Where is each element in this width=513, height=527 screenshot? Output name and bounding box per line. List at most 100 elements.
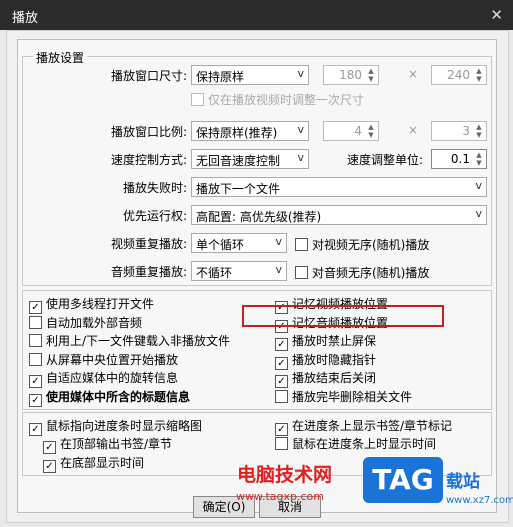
watermark-suffix: 载站 [446, 472, 480, 492]
checkbox-icon [29, 315, 42, 329]
checkbox-icon [275, 437, 288, 450]
video-random-checkbox[interactable]: 对视频无序(随机)播放 [295, 236, 429, 253]
times-sign: × [408, 67, 419, 81]
dialog-body: 播放设置 播放窗口尺寸: 保持原样 v 180 ▲ ▼ × 240 ▲ ▼ 仅在播放视频时… [6, 30, 509, 523]
video-repeat-select[interactable]: 单个循环 v [191, 233, 287, 253]
option-label: 播放结束后关闭 [292, 371, 377, 385]
spin-icon: ▲ ▼ [476, 151, 482, 167]
checkbox-icon: ✓ [29, 301, 42, 314]
window-width-value: 180 [339, 68, 362, 82]
on-fail-select[interactable]: 播放下一个文件 v [191, 177, 487, 197]
video-random-label: 对视频无序(随机)播放 [312, 238, 430, 252]
aspect-a-spin[interactable]: 4 ▲ ▼ [323, 121, 379, 141]
audio-repeat-label: 音频重复播放: [110, 265, 187, 279]
priority-label: 优先运行权: [122, 209, 187, 223]
option-checkbox[interactable]: ✓ 播放结束后关闭 [275, 369, 376, 388]
spin-icon: ▲ ▼ [368, 67, 374, 83]
option-label: 使用媒体中所含的标题信息 [46, 389, 191, 404]
aspect-value: 保持原样(推荐) [196, 126, 278, 140]
bookmark-marker-label: 在进度条上显示书签/章节标记 [292, 419, 453, 433]
video-repeat-value: 单个循环 [196, 238, 245, 252]
option-label: 播放时隐藏指针 [292, 352, 377, 367]
chevron-down-icon: v [297, 151, 304, 164]
option-checkbox[interactable]: 利用上/下一文件键载入非播放文件 [29, 332, 230, 349]
aspect-label: 播放窗口比例: [110, 125, 187, 139]
top-bookmark-checkbox[interactable]: ✓ 在顶部输出书签/章节 [43, 435, 172, 454]
audio-repeat-select[interactable]: 不循环 v [191, 261, 287, 281]
priority-value: 高配置: 高优先级(推荐) [196, 210, 322, 224]
checkbox-icon [29, 352, 42, 366]
on-fail-value: 播放下一个文件 [196, 182, 281, 196]
priority-select[interactable]: 高配置: 高优先级(推荐) v [191, 205, 487, 225]
bookmark-marker-checkbox[interactable]: ✓ 在进度条上显示书签/章节标记 [275, 417, 452, 436]
speed-mode-select[interactable]: 无回音速度控制 v [191, 149, 309, 169]
checkbox-icon [295, 238, 308, 251]
watermark-small-url: www.xz7.com [446, 495, 513, 506]
checkbox-icon [295, 266, 308, 279]
hover-time-label: 鼠标在进度条上时显示时间 [292, 437, 437, 451]
only-once-checkbox[interactable]: 仅在播放视频时调整一次尺寸 [191, 91, 364, 108]
speed-mode-value: 无回音速度控制 [196, 154, 281, 168]
audio-random-label: 对音频无序(随机)播放 [312, 266, 430, 280]
option-checkbox[interactable]: ✓ 播放时禁止屏保 [275, 332, 376, 351]
aspect-b-spin[interactable]: 3 ▲ ▼ [431, 121, 487, 141]
checkbox-icon: ✓ [29, 375, 42, 388]
title-bar: 播放 ✕ [0, 0, 513, 30]
option-checkbox[interactable]: ✓ 播放时隐藏指针 [275, 351, 376, 370]
on-fail-label: 播放失败时: [122, 181, 187, 195]
spin-icon: ▲ ▼ [476, 123, 482, 139]
hover-time-checkbox[interactable]: 鼠标在进度条上时显示时间 [275, 435, 436, 452]
chevron-down-icon: v [275, 263, 282, 276]
chevron-down-icon: v [275, 235, 282, 248]
window-size-value: 保持原样 [196, 70, 245, 84]
chevron-down-icon: v [297, 67, 304, 80]
watermark-site-name: 电脑技术网 [237, 464, 333, 486]
options-panel: 播放设置 播放窗口尺寸: 保持原样 v 180 ▲ ▼ × 240 ▲ ▼ 仅在播放视频时… [17, 39, 497, 513]
option-checkbox[interactable]: ✓ 使用媒体中所含的标题信息 [29, 388, 190, 407]
option-checkbox[interactable]: 从屏幕中央位置开始播放 [29, 351, 178, 368]
checkbox-icon: ✓ [29, 423, 42, 436]
checkbox-icon: ✓ [29, 393, 42, 407]
aspect-select[interactable]: 保持原样(推荐) v [191, 121, 309, 141]
window-size-label: 播放窗口尺寸: [110, 69, 187, 83]
chevron-down-icon: v [475, 207, 482, 220]
chevron-down-icon: v [475, 179, 482, 192]
audio-random-checkbox[interactable]: 对音频无序(随机)播放 [295, 264, 429, 281]
watermark-url: www.tagxp.com [236, 490, 324, 503]
close-icon[interactable]: ✕ [490, 6, 503, 24]
window-height-spin[interactable]: 240 ▲ ▼ [431, 65, 487, 85]
window-size-select[interactable]: 保持原样 v [191, 65, 309, 85]
option-checkbox[interactable]: ✓ 自适应媒体中的旋转信息 [29, 369, 178, 388]
checkbox-icon [191, 93, 204, 106]
option-label: 自适应媒体中的旋转信息 [46, 371, 179, 385]
checkbox-icon: ✓ [43, 441, 56, 454]
highlight-box [242, 305, 444, 327]
speed-unit-spin[interactable]: 0.1 ▲ ▼ [431, 149, 487, 169]
spin-icon: ▲ ▼ [368, 123, 374, 139]
bottom-time-checkbox[interactable]: ✓ 在底部显示时间 [43, 454, 144, 473]
checkbox-icon [275, 389, 288, 403]
audio-repeat-value: 不循环 [196, 266, 233, 280]
only-once-label: 仅在播放视频时调整一次尺寸 [208, 93, 365, 107]
video-repeat-label: 视频重复播放: [110, 237, 187, 251]
aspect-a-value: 4 [354, 124, 362, 138]
times-sign: × [408, 123, 419, 137]
checkbox-icon: ✓ [275, 338, 288, 351]
option-checkbox[interactable]: 自动加载外部音频 [29, 314, 142, 331]
checkbox-icon: ✓ [43, 460, 56, 473]
option-label: 使用多线程打开文件 [46, 297, 155, 311]
option-checkbox[interactable]: ✓ 使用多线程打开文件 [29, 295, 154, 314]
option-label: 利用上/下一文件键载入非播放文件 [46, 334, 231, 348]
speed-unit-label: 速度调整单位: [346, 153, 423, 167]
option-checkbox[interactable]: 播放完毕删除相关文件 [275, 388, 412, 405]
top-bookmark-label: 在顶部输出书签/章节 [60, 437, 173, 451]
option-label: 播放时禁止屏保 [292, 334, 377, 348]
checkbox-icon [29, 334, 42, 347]
speed-unit-value: 0.1 [450, 152, 470, 166]
thumbnail-checkbox[interactable]: ✓ 鼠标指向进度条时显示缩略图 [29, 417, 202, 436]
playback-settings-group: 播放设置 播放窗口尺寸: 保持原样 v 180 ▲ ▼ × 240 ▲ ▼ 仅在播放视频时… [22, 49, 492, 286]
window-width-spin[interactable]: 180 ▲ ▼ [323, 65, 379, 85]
option-label: 自动加载外部音频 [46, 315, 143, 330]
checkbox-icon: ✓ [275, 356, 288, 370]
window-height-value: 240 [447, 68, 470, 82]
